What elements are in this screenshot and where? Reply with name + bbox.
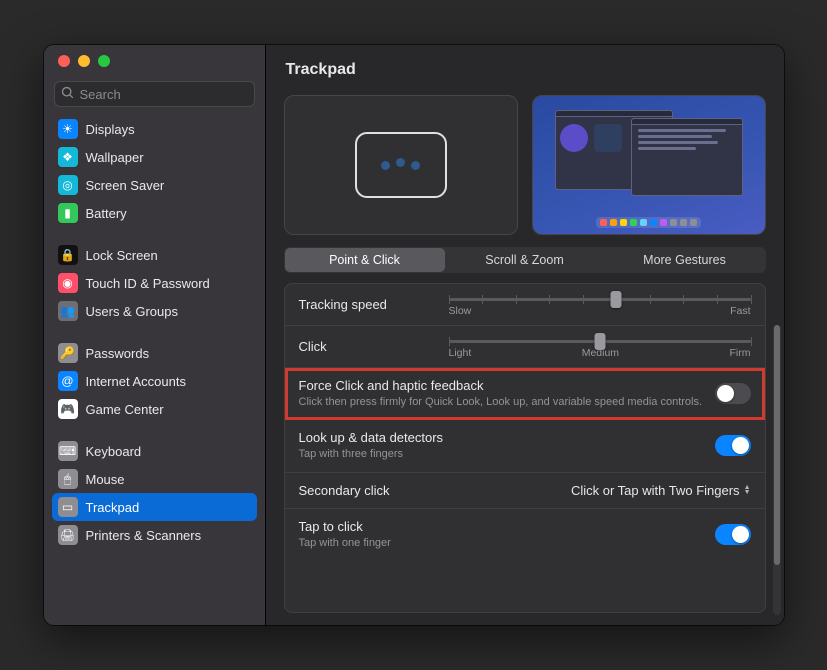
- slider-min-label: Slow: [449, 305, 472, 317]
- users-groups-icon: 👥: [58, 301, 78, 321]
- sidebar-item-battery[interactable]: ▮ Battery: [52, 199, 257, 227]
- settings-list: Tracking speed Slow Fast Click Light Medi…: [284, 283, 766, 613]
- search-field[interactable]: [54, 81, 255, 107]
- window-controls: [44, 45, 265, 77]
- tracking-speed-label: Tracking speed: [299, 297, 449, 312]
- sidebar-item-label: Users & Groups: [86, 304, 178, 319]
- sidebar-list[interactable]: ☀ Displays ❖ Wallpaper ◎ Screen Saver ▮ Battery…: [44, 115, 265, 625]
- tap-to-click-sub: Tap with one finger: [299, 536, 705, 550]
- secondary-click-select[interactable]: Click or Tap with Two Fingers ▲▼: [571, 483, 751, 498]
- mouse-icon: 🖱: [58, 469, 78, 489]
- sidebar-item-passwords[interactable]: 🔑 Passwords: [52, 339, 257, 367]
- lock-screen-icon: 🔒: [58, 245, 78, 265]
- force-click-toggle[interactable]: [715, 383, 751, 404]
- slider-tick-label: Firm: [729, 347, 750, 359]
- sidebar-item-label: Printers & Scanners: [86, 528, 202, 543]
- sidebar-item-screen-saver[interactable]: ◎ Screen Saver: [52, 171, 257, 199]
- sidebar-item-label: Displays: [86, 122, 135, 137]
- displays-icon: ☀: [58, 119, 78, 139]
- sidebar-item-label: Touch ID & Password: [86, 276, 210, 291]
- lookup-sub: Tap with three fingers: [299, 447, 705, 461]
- lookup-toggle[interactable]: [715, 435, 751, 456]
- touch-id-password-icon: ◉: [58, 273, 78, 293]
- wallpaper-icon: ❖: [58, 147, 78, 167]
- sidebar-item-mouse[interactable]: 🖱 Mouse: [52, 465, 257, 493]
- tab-scroll-zoom[interactable]: Scroll & Zoom: [445, 248, 605, 272]
- minimize-icon[interactable]: [78, 55, 90, 67]
- main-panel: Trackpad: [266, 45, 784, 625]
- search-wrap: [44, 77, 265, 115]
- tab-more-gestures[interactable]: More Gestures: [605, 248, 765, 272]
- preview-row: [284, 95, 766, 235]
- sidebar-item-label: Internet Accounts: [86, 374, 186, 389]
- tap-to-click-title: Tap to click: [299, 519, 705, 534]
- sidebar-item-trackpad[interactable]: ▭ Trackpad: [52, 493, 257, 521]
- sidebar-item-label: Wallpaper: [86, 150, 144, 165]
- close-icon[interactable]: [58, 55, 70, 67]
- game-center-icon: 🎮: [58, 399, 78, 419]
- content: Point & ClickScroll & ZoomMore Gestures …: [266, 95, 784, 625]
- keyboard-icon: ⌨: [58, 441, 78, 461]
- sidebar-item-wallpaper[interactable]: ❖ Wallpaper: [52, 143, 257, 171]
- tabs: Point & ClickScroll & ZoomMore Gestures: [284, 247, 766, 273]
- trackpad-icon: ▭: [58, 497, 78, 517]
- sidebar-item-internet-accounts[interactable]: @ Internet Accounts: [52, 367, 257, 395]
- sidebar-item-lock-screen[interactable]: 🔒 Lock Screen: [52, 241, 257, 269]
- sidebar-item-label: Lock Screen: [86, 248, 158, 263]
- dock-icon: [596, 217, 701, 228]
- sidebar-item-label: Keyboard: [86, 444, 142, 459]
- slider-max-label: Fast: [730, 305, 750, 317]
- slider-tick-label: Light: [449, 347, 472, 359]
- lookup-row: Look up & data detectors Tap with three …: [285, 420, 765, 472]
- sidebar-item-keyboard[interactable]: ⌨ Keyboard: [52, 437, 257, 465]
- secondary-click-value: Click or Tap with Two Fingers: [571, 483, 740, 498]
- page-title: Trackpad: [266, 45, 784, 95]
- scrollbar[interactable]: [773, 325, 781, 615]
- scrollbar-thumb[interactable]: [774, 325, 780, 565]
- passwords-icon: 🔑: [58, 343, 78, 363]
- sidebar-item-label: Game Center: [86, 402, 164, 417]
- click-row: Click Light Medium Firm: [285, 326, 765, 368]
- secondary-click-title: Secondary click: [299, 483, 561, 498]
- sidebar-item-game-center[interactable]: 🎮 Game Center: [52, 395, 257, 423]
- force-click-row: Force Click and haptic feedback Click th…: [285, 368, 765, 420]
- sidebar-item-label: Trackpad: [86, 500, 140, 515]
- internet-accounts-icon: @: [58, 371, 78, 391]
- sidebar-item-label: Battery: [86, 206, 127, 221]
- sidebar-item-users-groups[interactable]: 👥 Users & Groups: [52, 297, 257, 325]
- sidebar-item-touch-id-password[interactable]: ◉ Touch ID & Password: [52, 269, 257, 297]
- tab-point-click[interactable]: Point & Click: [285, 248, 445, 272]
- tap-to-click-row: Tap to click Tap with one finger: [285, 509, 765, 560]
- screen-saver-icon: ◎: [58, 175, 78, 195]
- sidebar-item-label: Screen Saver: [86, 178, 165, 193]
- search-input[interactable]: [80, 87, 248, 102]
- lookup-title: Look up & data detectors: [299, 430, 705, 445]
- chevron-updown-icon: ▲▼: [744, 485, 751, 495]
- sidebar-item-displays[interactable]: ☀ Displays: [52, 115, 257, 143]
- sidebar-item-label: Passwords: [86, 346, 150, 361]
- system-settings-window: ☀ Displays ❖ Wallpaper ◎ Screen Saver ▮ Battery…: [44, 45, 784, 625]
- click-slider[interactable]: Light Medium Firm: [449, 336, 751, 357]
- sidebar-item-label: Mouse: [86, 472, 125, 487]
- fullscreen-icon[interactable]: [98, 55, 110, 67]
- sidebar: ☀ Displays ❖ Wallpaper ◎ Screen Saver ▮ Battery…: [44, 45, 266, 625]
- tap-to-click-toggle[interactable]: [715, 524, 751, 545]
- printers-scanners-icon: 🖨: [58, 525, 78, 545]
- slider-tick-label: Medium: [582, 347, 619, 359]
- tracking-speed-slider[interactable]: Slow Fast: [449, 294, 751, 315]
- click-label: Click: [299, 339, 449, 354]
- gesture-preview: [532, 95, 766, 235]
- tracking-speed-row: Tracking speed Slow Fast: [285, 284, 765, 326]
- search-icon: [61, 86, 80, 103]
- force-click-title: Force Click and haptic feedback: [299, 378, 705, 393]
- trackpad-preview: [284, 95, 518, 235]
- secondary-click-row: Secondary click Click or Tap with Two Fi…: [285, 473, 765, 509]
- trackpad-outline-icon: [355, 132, 447, 198]
- sidebar-item-printers-scanners[interactable]: 🖨 Printers & Scanners: [52, 521, 257, 549]
- battery-icon: ▮: [58, 203, 78, 223]
- force-click-sub: Click then press firmly for Quick Look, …: [299, 395, 705, 409]
